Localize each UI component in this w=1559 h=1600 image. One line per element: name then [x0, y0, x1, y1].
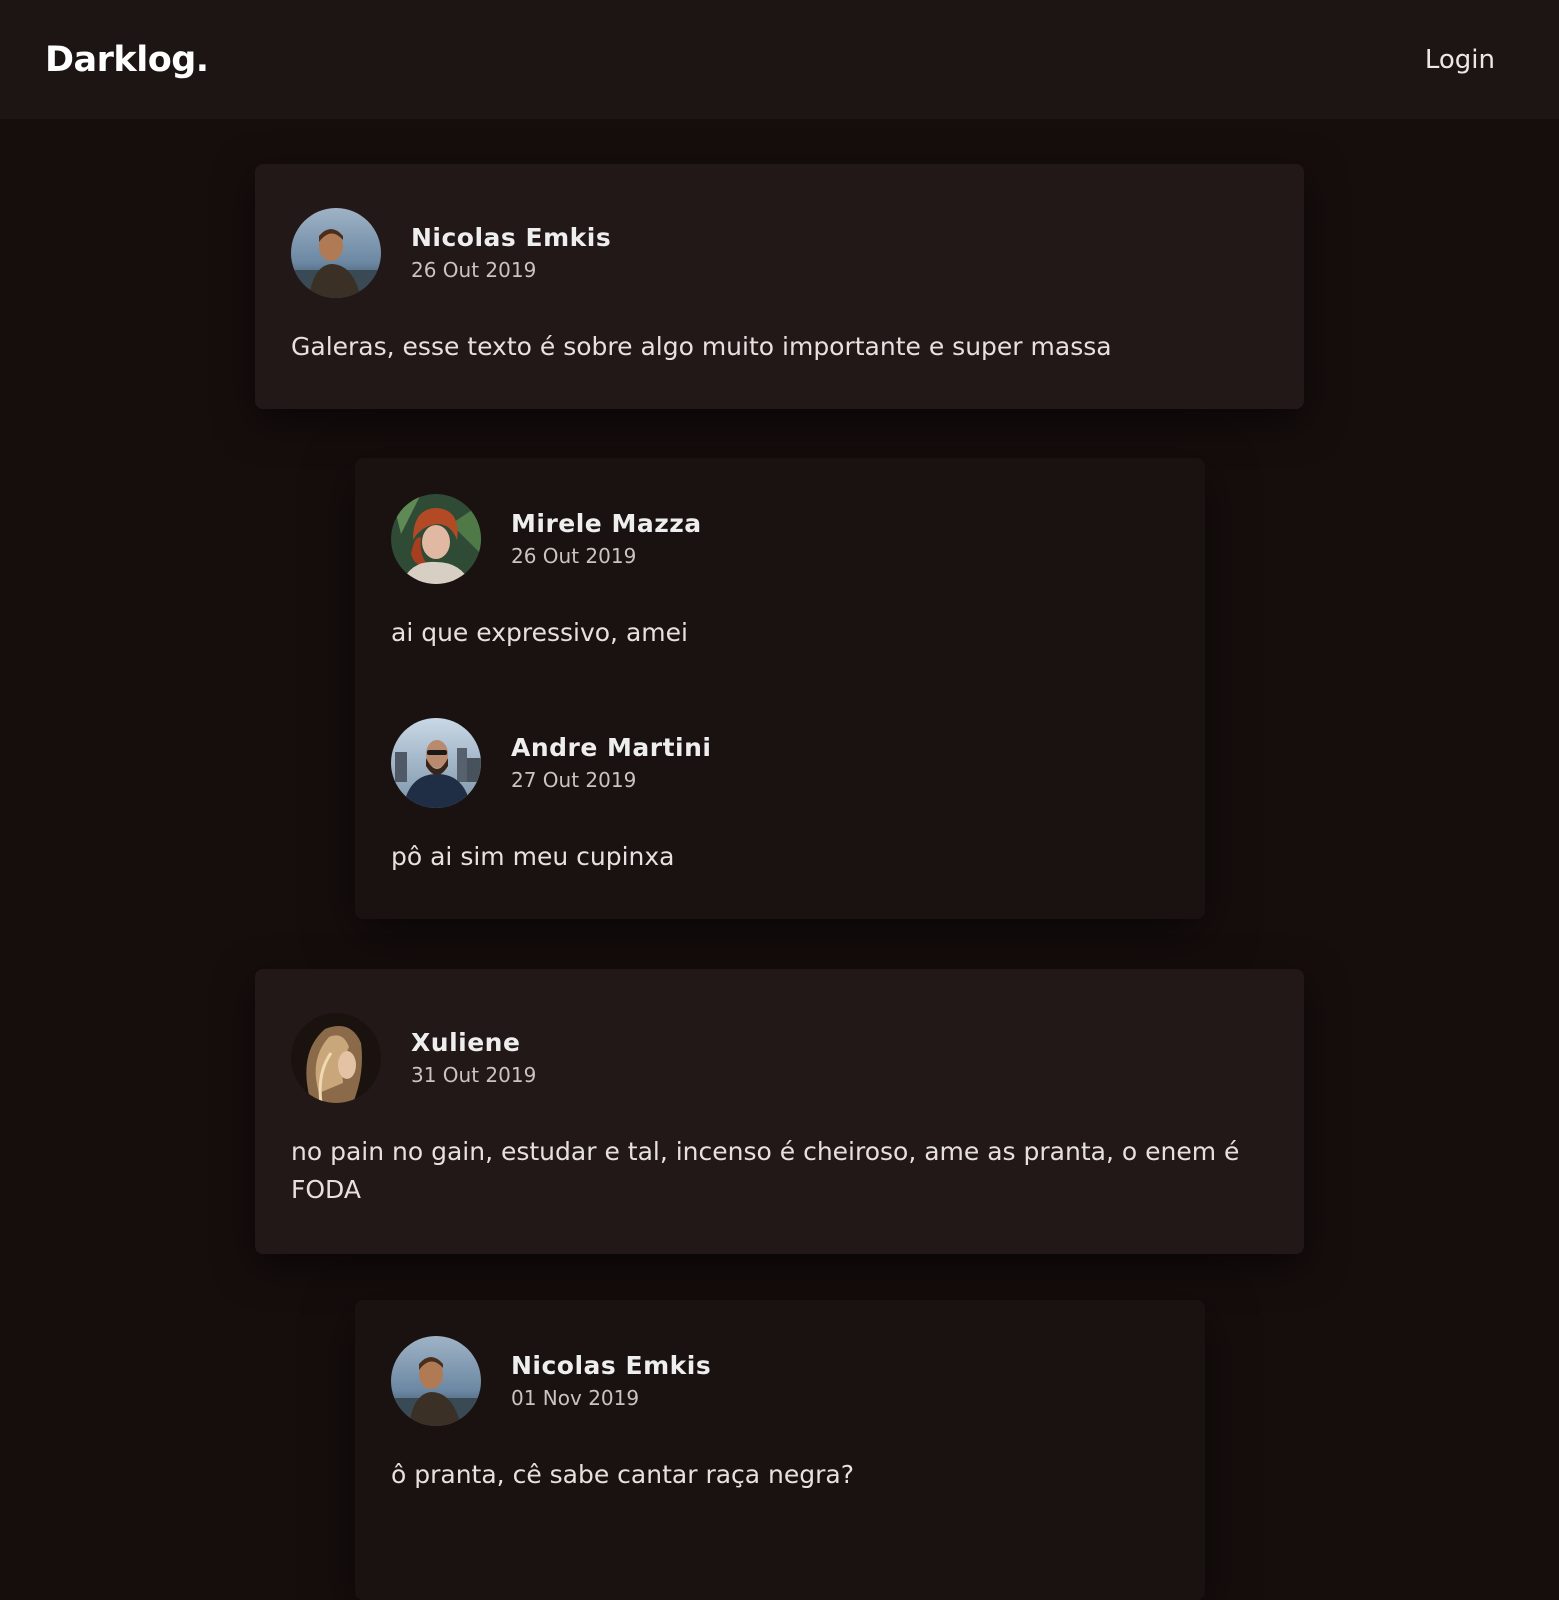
- avatar[interactable]: [391, 718, 481, 808]
- author-name[interactable]: Mirele Mazza: [511, 508, 702, 540]
- reply-thread: Mirele Mazza 26 Out 2019 ai que expressi…: [355, 458, 1205, 919]
- reply-author-row: Nicolas Emkis 01 Nov 2019: [391, 1336, 1169, 1426]
- reply-date: 26 Out 2019: [511, 543, 637, 568]
- reply-meta: Nicolas Emkis 01 Nov 2019: [511, 1350, 711, 1413]
- author-name[interactable]: Andre Martini: [511, 732, 712, 764]
- post-author-row: Xuliene 31 Out 2019: [291, 1013, 1268, 1103]
- reply-meta: Andre Martini 27 Out 2019: [511, 732, 712, 795]
- reply-meta: Mirele Mazza 26 Out 2019: [511, 508, 702, 571]
- avatar[interactable]: [291, 1013, 381, 1103]
- post-text: Galeras, esse texto é sobre algo muito i…: [291, 332, 1112, 361]
- reply-author-row: Andre Martini 27 Out 2019: [391, 718, 1169, 808]
- top-navbar: Darklog. Login: [0, 0, 1559, 119]
- login-link[interactable]: Login: [1425, 45, 1495, 75]
- author-name[interactable]: Nicolas Emkis: [411, 222, 611, 254]
- reply-text: pô ai sim meu cupinxa: [391, 842, 675, 871]
- post-date: 31 Out 2019: [411, 1062, 537, 1087]
- post-text: no pain no gain, estudar e tal, incenso …: [291, 1137, 1240, 1204]
- reply-date: 27 Out 2019: [511, 767, 637, 792]
- author-name[interactable]: Xuliene: [411, 1027, 536, 1059]
- reply-text: ô pranta, cê sabe cantar raça negra?: [391, 1460, 855, 1489]
- post-card: Xuliene 31 Out 2019 no pain no gain, est…: [255, 969, 1304, 1254]
- reply-item: Mirele Mazza 26 Out 2019 ai que expressi…: [391, 494, 1169, 652]
- avatar[interactable]: [391, 494, 481, 584]
- brand-logo[interactable]: Darklog.: [45, 40, 209, 80]
- post-date: 26 Out 2019: [411, 257, 537, 282]
- reply-thread: Nicolas Emkis 01 Nov 2019 ô pranta, cê s…: [355, 1300, 1205, 1600]
- post-meta: Nicolas Emkis 26 Out 2019: [411, 222, 611, 285]
- reply-item: Nicolas Emkis 01 Nov 2019 ô pranta, cê s…: [391, 1336, 1169, 1494]
- post-meta: Xuliene 31 Out 2019: [411, 1027, 536, 1090]
- author-name[interactable]: Nicolas Emkis: [511, 1350, 711, 1382]
- avatar[interactable]: [391, 1336, 481, 1426]
- avatar[interactable]: [291, 208, 381, 298]
- reply-date: 01 Nov 2019: [511, 1385, 640, 1410]
- post-author-row: Nicolas Emkis 26 Out 2019: [291, 208, 1268, 298]
- reply-text: ai que expressivo, amei: [391, 618, 688, 647]
- reply-item: Andre Martini 27 Out 2019 pô ai sim meu …: [391, 718, 1169, 876]
- reply-author-row: Mirele Mazza 26 Out 2019: [391, 494, 1169, 584]
- post-card: Nicolas Emkis 26 Out 2019 Galeras, esse …: [255, 164, 1304, 409]
